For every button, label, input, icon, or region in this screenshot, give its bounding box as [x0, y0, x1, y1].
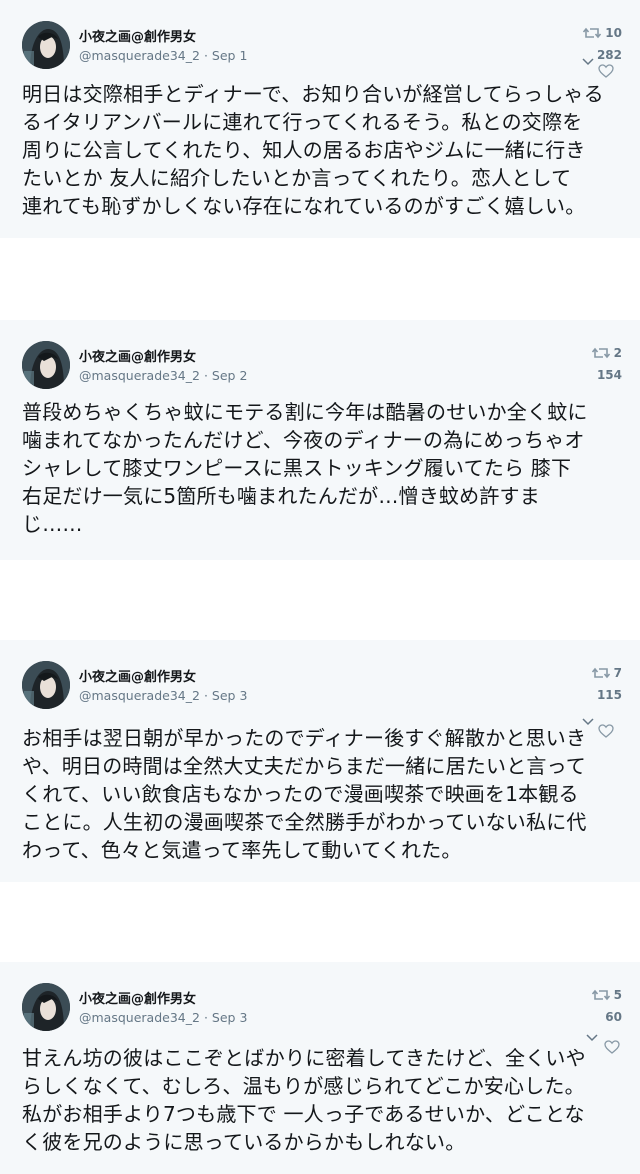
like-count: 282: [596, 48, 622, 62]
retweet-icon: [591, 989, 610, 1001]
chevron-down-icon[interactable]: [586, 1034, 598, 1042]
tweet-card[interactable]: 小夜之画@創作男女 @masquerade34_2 · Sep 3 5 60 甘えん…: [0, 962, 640, 1174]
user-handle[interactable]: @masquerade34_2: [79, 48, 200, 63]
separator: ·: [203, 1010, 208, 1025]
tweet-meta: @masquerade34_2 · Sep 3: [79, 1010, 247, 1025]
user-name[interactable]: 小夜之画@創作男女: [79, 666, 196, 685]
tweet-meta: @masquerade34_2 · Sep 1: [79, 48, 247, 63]
tweet-meta: @masquerade34_2 · Sep 3: [79, 688, 247, 703]
user-name[interactable]: 小夜之画@創作男女: [79, 26, 196, 45]
chevron-down-icon[interactable]: [582, 58, 594, 66]
tweet-card[interactable]: 小夜之画@創作男女 @masquerade34_2 · Sep 3 7 115 お相…: [0, 640, 640, 882]
separator: ·: [203, 688, 208, 703]
retweet-button[interactable]: 2: [591, 346, 622, 360]
separator: ·: [203, 48, 208, 63]
user-handle[interactable]: @masquerade34_2: [79, 1010, 200, 1025]
retweet-count: 2: [613, 346, 622, 360]
tweet-meta: @masquerade34_2 · Sep 2: [79, 368, 247, 383]
user-handle[interactable]: @masquerade34_2: [79, 688, 200, 703]
user-name[interactable]: 小夜之画@創作男女: [79, 346, 196, 365]
retweet-count: 5: [613, 988, 622, 1002]
retweet-button[interactable]: 5: [591, 988, 622, 1002]
retweet-icon: [583, 27, 602, 39]
like-count: 115: [596, 688, 622, 702]
tweet-text: 甘えん坊の彼はここぞとばかりに密着してきたけど、全くいや らしくなくて、むしろ、…: [22, 1046, 586, 1154]
tweet-card[interactable]: 小夜之画@創作男女 @masquerade34_2 · Sep 1 10 282 明…: [0, 0, 640, 238]
retweet-icon: [591, 347, 610, 359]
tweet-date[interactable]: Sep 2: [212, 368, 248, 383]
like-count: 154: [596, 368, 622, 382]
tweet-card[interactable]: 小夜之画@創作男女 @masquerade34_2 · Sep 2 2 154 普段…: [0, 320, 640, 560]
tweet-stats: 2 154: [562, 346, 622, 386]
tweet-date[interactable]: Sep 1: [212, 48, 248, 63]
retweet-button[interactable]: 10: [583, 26, 622, 40]
retweet-count: 7: [613, 666, 622, 680]
tweet-text: 普段めちゃくちゃ蚊にモテる割に今年は酷暑のせいか全く蚊に 噛まれてなかったんだけ…: [22, 400, 588, 536]
tweet-text: 明日は交際相手とディナーで、お知り合いが経営してらっしゃる るイタリアンバールに…: [22, 82, 604, 218]
like-count: 60: [605, 1010, 622, 1024]
retweet-button[interactable]: 7: [591, 666, 622, 680]
avatar[interactable]: [22, 661, 70, 709]
tweet-stats: 7 115: [562, 666, 622, 706]
user-handle[interactable]: @masquerade34_2: [79, 368, 200, 383]
tweet-stats: 5 60: [562, 988, 622, 1028]
separator: ·: [203, 368, 208, 383]
tweet-date[interactable]: Sep 3: [212, 1010, 248, 1025]
avatar[interactable]: [22, 341, 70, 389]
user-name[interactable]: 小夜之画@創作男女: [79, 988, 196, 1007]
retweet-icon: [591, 667, 610, 679]
tweet-text: お相手は翌日朝が早かったのでディナー後すぐ解散かと思いき や、明日の時間は全然大…: [22, 726, 587, 862]
avatar[interactable]: [22, 21, 70, 69]
retweet-count: 10: [605, 26, 622, 40]
avatar[interactable]: [22, 983, 70, 1031]
tweet-date[interactable]: Sep 3: [212, 688, 248, 703]
heart-icon[interactable]: [598, 64, 614, 78]
